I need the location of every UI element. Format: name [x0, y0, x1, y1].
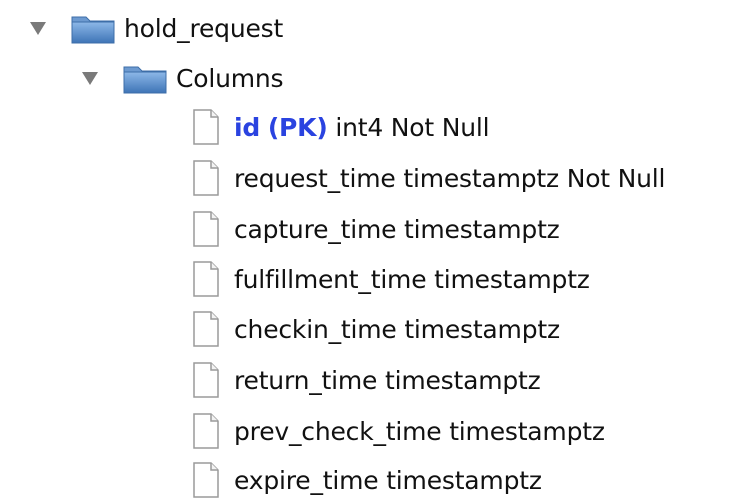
- tree-node-column-expire-time[interactable]: expire_time timestamptz: [190, 457, 542, 499]
- file-icon: [193, 311, 219, 347]
- column-name: fulfillment_time: [234, 264, 427, 294]
- column-details: timestamptz: [386, 465, 542, 495]
- file-icon: [193, 211, 219, 247]
- tree-node-column-return-time[interactable]: return_time timestamptz: [190, 357, 541, 403]
- folder-icon: [123, 66, 167, 94]
- column-label: return_time timestamptz: [234, 368, 541, 393]
- folder-icon: [71, 16, 115, 44]
- column-label: checkin_time timestamptz: [234, 317, 560, 342]
- file-icon: [193, 462, 219, 498]
- file-icon: [193, 362, 219, 398]
- primary-key-badge: (PK): [267, 112, 328, 142]
- tree-node-columns-folder[interactable]: Columns: [80, 55, 284, 101]
- table-name-label: hold_request: [124, 13, 284, 43]
- file-icon: [193, 160, 219, 196]
- column-label: capture_time timestamptz: [234, 217, 560, 242]
- column-details: timestamptz: [384, 365, 541, 395]
- column-name: capture_time: [234, 214, 397, 244]
- file-icon: [193, 109, 219, 145]
- tree-node-column-request-time[interactable]: request_time timestamptz Not Null: [190, 155, 665, 201]
- tree-node-column-prev-check-time[interactable]: prev_check_time timestamptz: [190, 408, 605, 454]
- primary-key-column-name: id: [234, 112, 261, 142]
- column-name: return_time: [234, 365, 378, 395]
- column-details: timestamptz: [449, 416, 605, 446]
- column-label: request_time timestamptz Not Null: [234, 166, 665, 191]
- schema-tree: hold_request Columns id (PK) int4 Not Nu…: [0, 0, 751, 499]
- file-icon: [193, 413, 219, 449]
- expand-toggle-icon[interactable]: [28, 18, 48, 38]
- tree-node-column-fulfillment-time[interactable]: fulfillment_time timestamptz: [190, 256, 590, 302]
- column-name: checkin_time: [234, 314, 397, 344]
- tree-node-column-id[interactable]: id (PK) int4 Not Null: [190, 104, 490, 150]
- column-name: expire_time: [234, 465, 379, 495]
- file-icon: [193, 261, 219, 297]
- column-label: fulfillment_time timestamptz: [234, 267, 590, 292]
- column-details: timestamptz Not Null: [403, 163, 666, 193]
- columns-folder-label: Columns: [176, 63, 284, 93]
- column-details: int4 Not Null: [335, 112, 490, 142]
- column-name: prev_check_time: [234, 416, 442, 446]
- tree-node-column-capture-time[interactable]: capture_time timestamptz: [190, 206, 560, 252]
- tree-node-column-checkin-time[interactable]: checkin_time timestamptz: [190, 306, 560, 352]
- column-details: timestamptz: [434, 264, 590, 294]
- expand-toggle-icon[interactable]: [80, 68, 100, 88]
- column-label: id (PK) int4 Not Null: [234, 112, 490, 142]
- column-details: timestamptz: [404, 214, 560, 244]
- tree-node-table[interactable]: hold_request: [28, 5, 283, 51]
- column-details: timestamptz: [404, 314, 560, 344]
- column-label: expire_time timestamptz: [234, 468, 542, 493]
- column-name: request_time: [234, 163, 396, 193]
- column-label: prev_check_time timestamptz: [234, 419, 605, 444]
